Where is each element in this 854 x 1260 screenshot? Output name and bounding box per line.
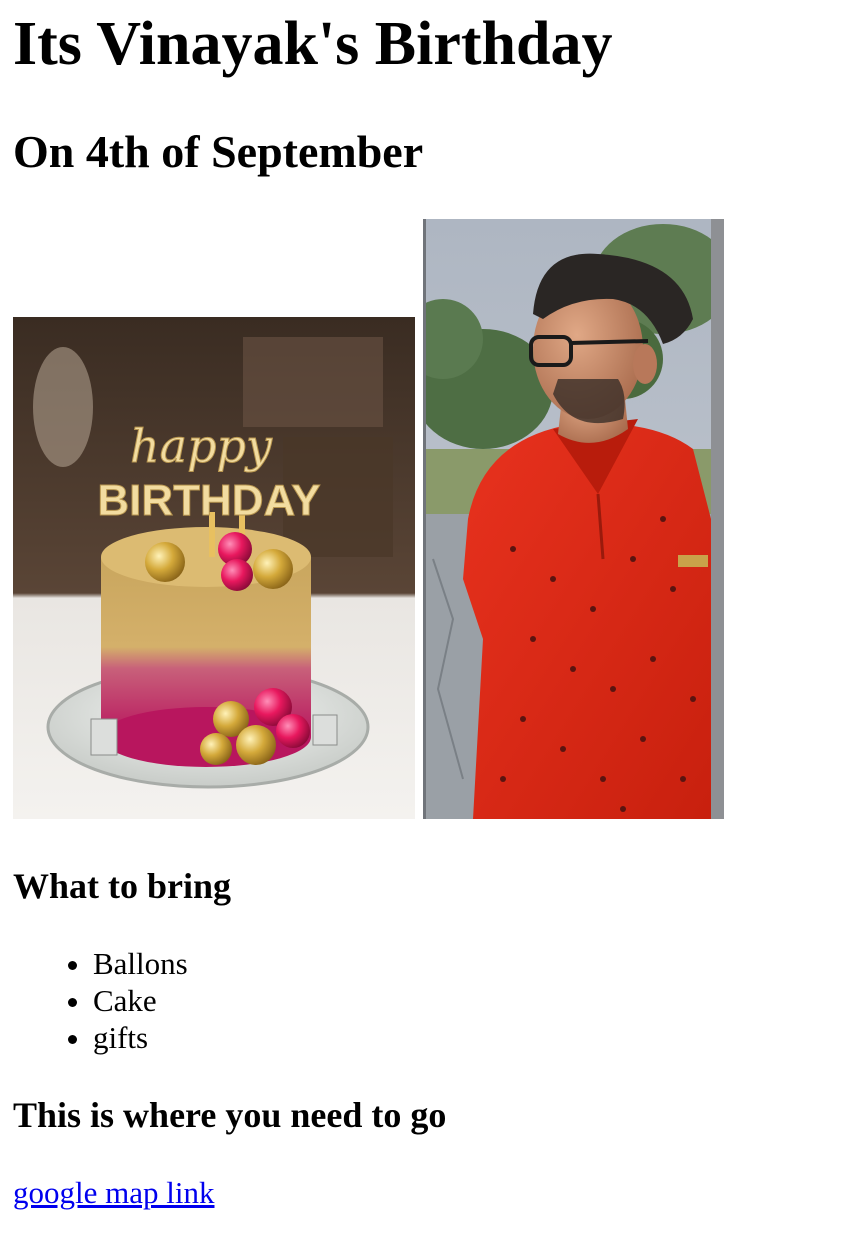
bring-list: Ballons Cake gifts bbox=[0, 945, 188, 1056]
google-map-link[interactable]: google map link bbox=[13, 1174, 214, 1212]
bring-heading: What to bring bbox=[13, 866, 232, 906]
date-heading: On 4th of September bbox=[13, 126, 424, 177]
person-image bbox=[423, 219, 724, 819]
cake-image: happy BIRTHDAY bbox=[13, 317, 415, 819]
directions-heading: This is where you need to go bbox=[13, 1095, 447, 1135]
page-title: Its Vinayak's Birthday bbox=[13, 10, 613, 78]
cake-topper-happy: happy bbox=[130, 419, 273, 473]
list-item: Cake bbox=[93, 982, 188, 1019]
cake-topper-birthday: BIRTHDAY bbox=[97, 476, 320, 525]
list-item: Ballons bbox=[93, 945, 188, 982]
list-item: gifts bbox=[93, 1019, 188, 1056]
page: Its Vinayak's Birthday On 4th of Septemb… bbox=[0, 0, 854, 1260]
